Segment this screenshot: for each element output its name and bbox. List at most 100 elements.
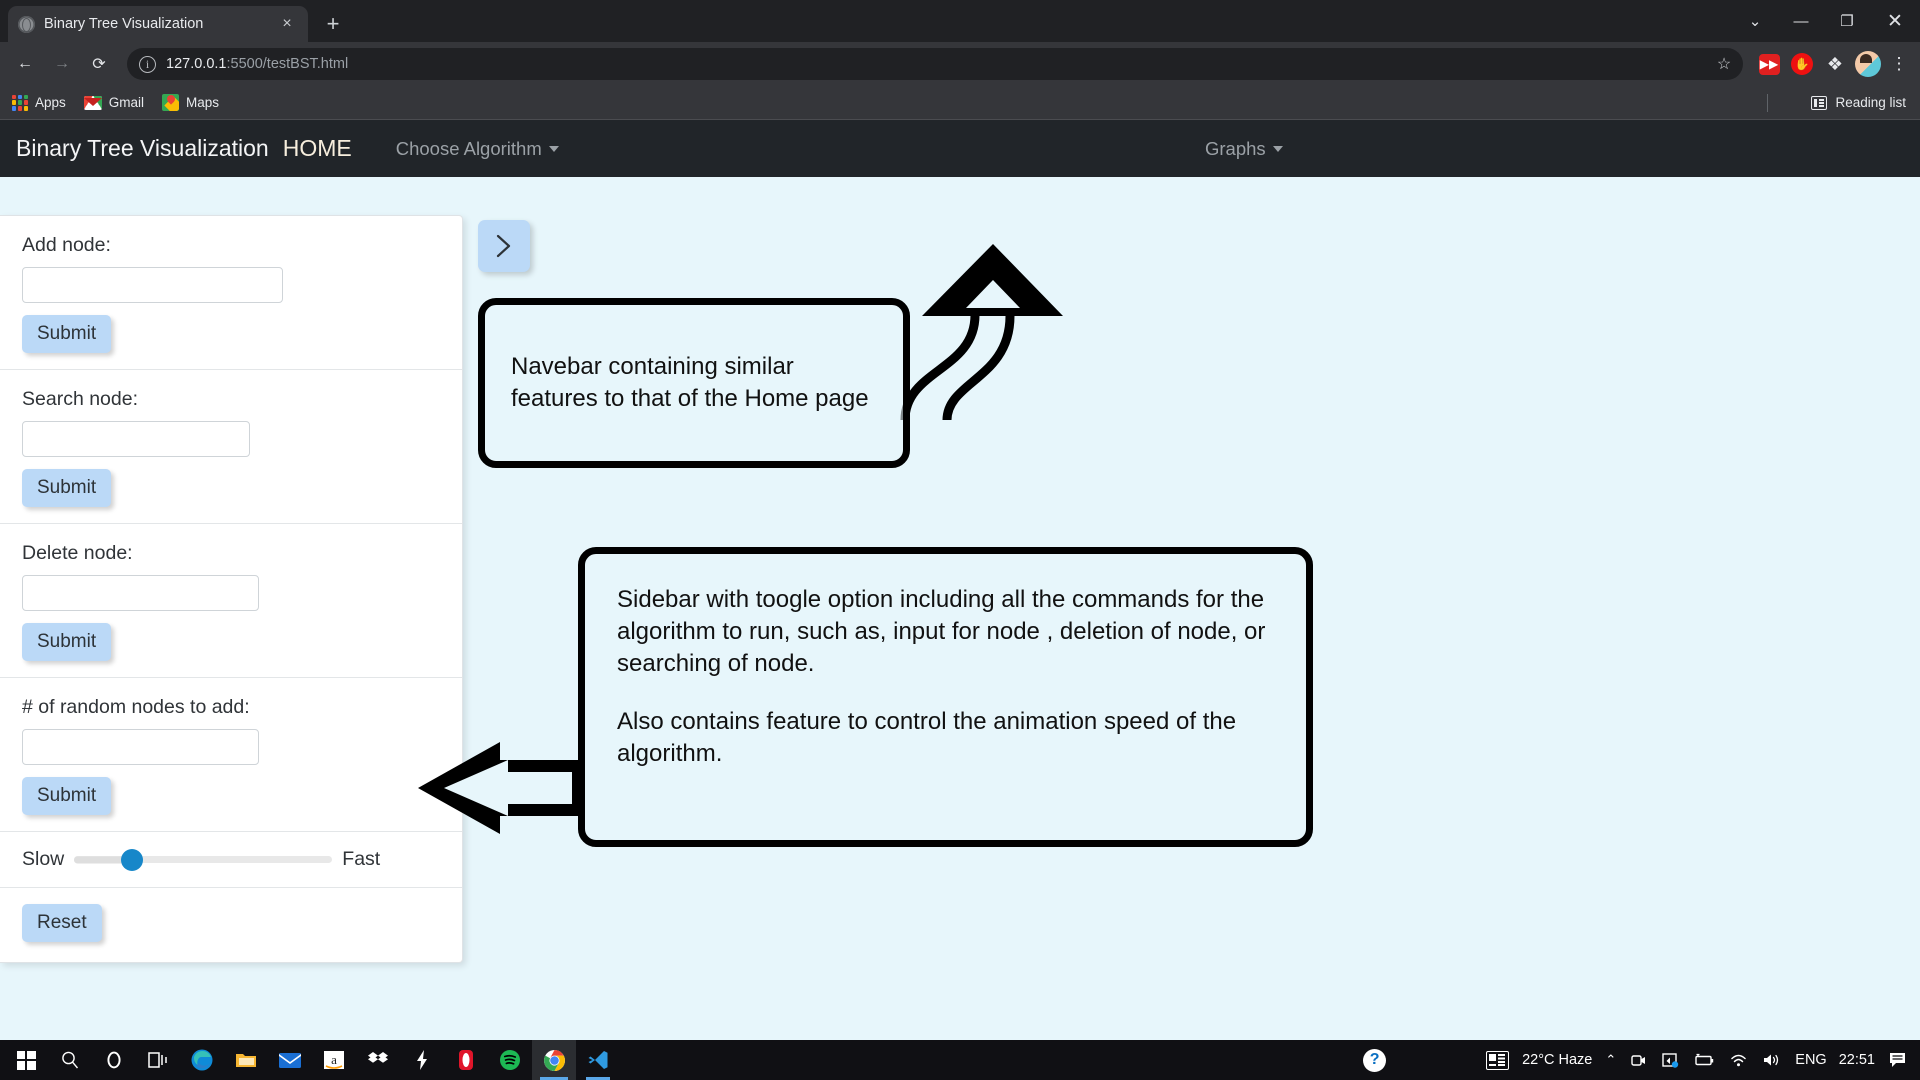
help-tray-icon[interactable]: ?	[1356, 1040, 1393, 1080]
nav-item-home[interactable]: HOME	[283, 135, 352, 162]
bookmark-apps[interactable]: Apps	[12, 94, 66, 111]
mail-envelope-icon	[279, 1052, 301, 1068]
edge-button[interactable]	[180, 1040, 224, 1080]
vscode-button[interactable]	[576, 1040, 620, 1080]
spotify-button[interactable]	[488, 1040, 532, 1080]
show-hidden-icons-button[interactable]: ⌃	[1598, 1040, 1623, 1080]
search-node-submit-button[interactable]: Submit	[22, 469, 112, 507]
forward-icon[interactable]: →	[45, 47, 79, 81]
news-weather-widget[interactable]	[1479, 1040, 1516, 1080]
section-animation-speed: Slow Fast	[0, 832, 462, 888]
tab-search-icon[interactable]: ⌄	[1732, 0, 1778, 42]
spotify-icon	[500, 1050, 520, 1070]
visual-studio-code-icon	[588, 1051, 608, 1069]
random-nodes-submit-button[interactable]: Submit	[22, 777, 112, 815]
maximize-button[interactable]: ❐	[1824, 0, 1870, 42]
taskbar-items: a	[0, 1040, 620, 1080]
google-maps-icon	[162, 94, 180, 111]
task-view-button[interactable]	[136, 1040, 180, 1080]
reading-list-label: Reading list	[1835, 95, 1906, 110]
reset-button[interactable]: Reset	[22, 904, 102, 942]
search-button[interactable]	[48, 1040, 92, 1080]
section-search-node: Search node: Submit	[0, 370, 462, 524]
dropbox-button[interactable]	[356, 1040, 400, 1080]
wifi-icon[interactable]	[1722, 1040, 1755, 1080]
reading-list-icon	[1811, 95, 1828, 110]
speed-fast-label: Fast	[342, 848, 381, 870]
fast-forward-extension-icon[interactable]: ▶▶	[1754, 49, 1784, 79]
avatar[interactable]	[1853, 49, 1883, 79]
nav-label: Choose Algorithm	[395, 137, 542, 159]
sidebar-toggle-button[interactable]	[478, 220, 530, 272]
add-node-input[interactable]	[22, 267, 283, 303]
gmail-icon	[83, 95, 102, 110]
browser-menu-icon[interactable]: ⋮	[1886, 54, 1912, 74]
language-indicator[interactable]: ENG	[1789, 1052, 1832, 1068]
random-nodes-input[interactable]	[22, 729, 259, 765]
tab-strip: Binary Tree Visualization × + ⌄ — ❐ ✕	[0, 0, 1920, 42]
section-delete-node: Delete node: Submit	[0, 524, 462, 678]
reading-list-button[interactable]: Reading list	[1811, 95, 1906, 110]
navbar-annotation: Navebar containing similar features to t…	[478, 298, 910, 468]
bookmark-gmail[interactable]: Gmail	[83, 95, 144, 110]
back-icon[interactable]: ←	[8, 47, 42, 81]
page-title: Binary Tree Visualization	[16, 135, 269, 161]
site-info-icon[interactable]: i	[139, 55, 156, 73]
animation-speed-slider[interactable]	[74, 848, 333, 871]
add-node-label: Add node:	[22, 234, 111, 256]
chevron-down-icon	[548, 145, 559, 152]
flash-button[interactable]	[400, 1040, 444, 1080]
bookmarks-bar: Apps Gmail Maps Reading list	[0, 86, 1920, 120]
search-node-input[interactable]	[22, 421, 250, 457]
address-bar[interactable]: i 127.0.0.1:5500/testBST.html ☆	[127, 48, 1743, 80]
apps-grid-icon	[12, 94, 28, 111]
delete-node-input[interactable]	[22, 575, 259, 611]
section-add-node: Add node: Submit	[0, 216, 462, 370]
search-node-label: Search node:	[22, 388, 139, 410]
opera-button[interactable]	[444, 1040, 488, 1080]
clock[interactable]: 22:51	[1833, 1052, 1881, 1068]
extensions-puzzle-icon[interactable]: ❖	[1820, 49, 1850, 79]
slider-thumb[interactable]	[121, 848, 144, 871]
news-icon	[1486, 1050, 1510, 1070]
start-button[interactable]	[4, 1040, 48, 1080]
amazon-button[interactable]: a	[312, 1040, 356, 1080]
onedrive-icon[interactable]	[1654, 1040, 1686, 1080]
app-navbar: Binary Tree Visualization HOME Choose Al…	[0, 120, 1920, 177]
chevron-right-icon	[496, 234, 511, 258]
mail-button[interactable]	[268, 1040, 312, 1080]
reload-icon[interactable]: ⟳	[82, 47, 116, 81]
system-tray: ? 22°C Haze ⌃ ENG 22:51	[1356, 1040, 1920, 1080]
tab-title: Binary Tree Visualization	[44, 16, 204, 32]
lightning-bolt-icon	[417, 1050, 427, 1070]
nav-label: Graphs	[1205, 137, 1266, 159]
speed-slow-label: Slow	[22, 848, 65, 870]
browser-tab[interactable]: Binary Tree Visualization ×	[8, 6, 308, 42]
browser-window: Binary Tree Visualization × + ⌄ — ❐ ✕ ← …	[0, 0, 1920, 1040]
url-path: :5500/testBST.html	[226, 56, 349, 72]
divider	[1767, 93, 1768, 112]
new-tab-button[interactable]: +	[318, 9, 348, 39]
camera-icon[interactable]	[1623, 1040, 1654, 1080]
volume-icon[interactable]	[1755, 1040, 1789, 1080]
close-window-button[interactable]: ✕	[1870, 0, 1920, 42]
delete-node-submit-button[interactable]: Submit	[22, 623, 112, 661]
close-icon[interactable]: ×	[276, 13, 298, 35]
random-nodes-label: # of random nodes to add:	[22, 696, 250, 718]
minimize-button[interactable]: —	[1778, 0, 1824, 42]
delete-node-label: Delete node:	[22, 542, 133, 564]
chrome-button[interactable]	[532, 1040, 576, 1080]
action-center-icon[interactable]	[1881, 1040, 1914, 1080]
add-node-submit-button[interactable]: Submit	[22, 315, 112, 353]
nav-dropdown-choose-algorithm[interactable]: Choose Algorithm	[396, 138, 559, 160]
cortana-button[interactable]	[92, 1040, 136, 1080]
bookmark-star-icon[interactable]: ☆	[1711, 54, 1737, 74]
battery-icon[interactable]	[1686, 1040, 1722, 1080]
svg-text:a: a	[331, 1052, 337, 1067]
browser-toolbar: ← → ⟳ i 127.0.0.1:5500/testBST.html ☆ ▶▶…	[0, 42, 1920, 86]
bookmark-maps[interactable]: Maps	[162, 94, 219, 111]
file-explorer-button[interactable]	[224, 1040, 268, 1080]
stop-hand-extension-icon[interactable]: ✋	[1787, 49, 1817, 79]
nav-dropdown-graphs[interactable]: Graphs	[1205, 138, 1283, 160]
navbar-annotation-text: Navebar containing similar features to t…	[511, 353, 869, 412]
